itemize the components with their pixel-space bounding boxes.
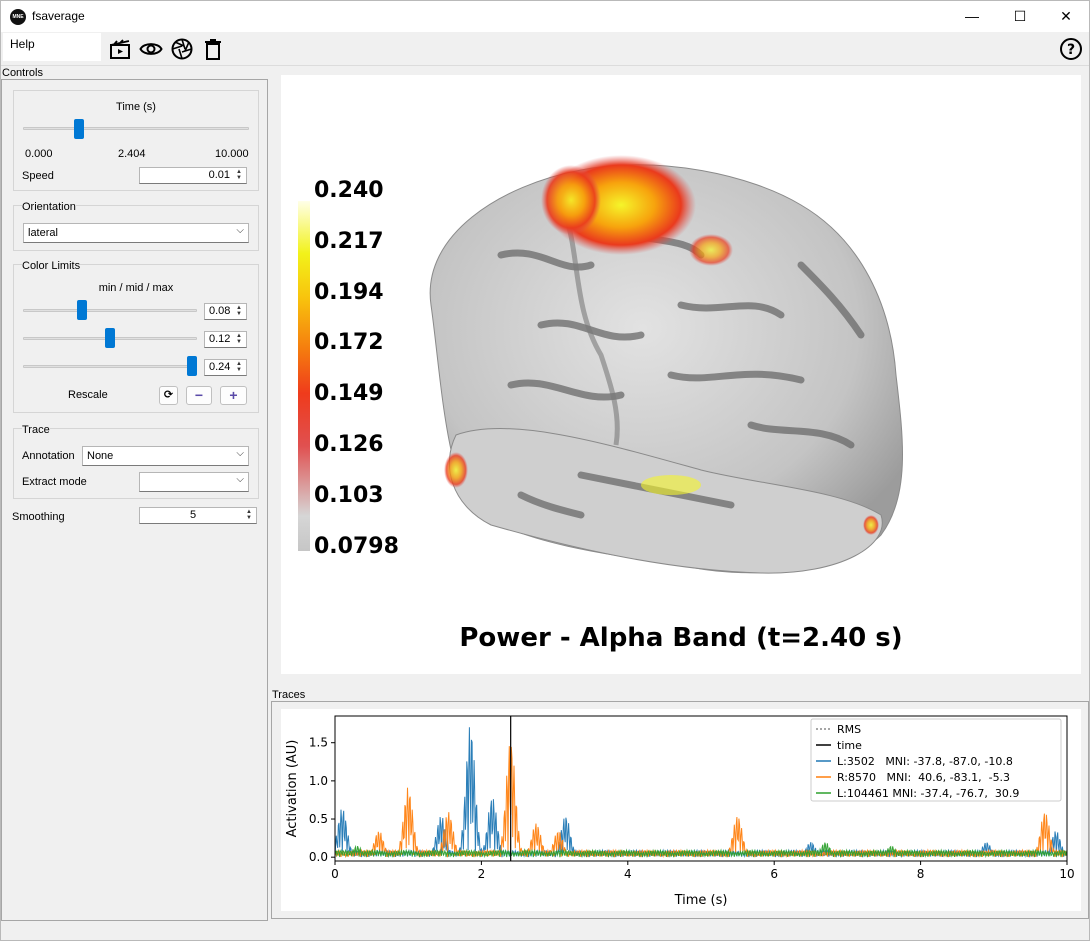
brain-surface-render[interactable] [281, 75, 1081, 674]
min-value: 0.08 [209, 305, 231, 317]
colorbar-label: 0.149 [314, 381, 384, 406]
mid-spinbox[interactable]: 0.12 ▲ ▼ [204, 331, 247, 348]
time-group: Time (s) 0.000 2.404 10.000 Speed 0.01 ▲… [13, 90, 259, 191]
annotation-label: Annotation [22, 450, 75, 462]
time-current-label: 2.404 [118, 148, 146, 160]
max-slider-handle[interactable] [187, 356, 197, 376]
y-tick-label: 1.0 [309, 774, 328, 788]
spin-arrows-icon[interactable]: ▲ ▼ [233, 305, 245, 318]
maximize-button[interactable]: ☐ [997, 1, 1043, 32]
colorbar-label: 0.194 [314, 280, 384, 305]
orientation-group: Orientation lateral ⌵ [13, 201, 259, 251]
close-button[interactable]: ✕ [1043, 1, 1089, 32]
spin-arrows-icon[interactable]: ▲ ▼ [233, 333, 245, 346]
x-tick-label: 8 [917, 867, 925, 881]
speed-spinbox[interactable]: 0.01 ▲ ▼ [139, 167, 247, 184]
color-limits-title: Color Limits [22, 260, 81, 272]
trace-title: Trace [22, 424, 50, 436]
time-max-label: 10.000 [215, 148, 249, 160]
time-label: Time (s) [116, 101, 156, 113]
legend-entry: RMS [837, 723, 861, 736]
legend-entry: L:3502 MNI: -37.8, -87.0, -10.8 [837, 755, 1013, 768]
mid-slider-handle[interactable] [105, 328, 115, 348]
smoothing-value: 5 [189, 509, 197, 521]
extract-mode-combo[interactable]: ⌵ [139, 472, 249, 492]
speed-label: Speed [22, 170, 54, 182]
x-axis-label: Time (s) [674, 893, 728, 908]
legend-entry: time [837, 739, 862, 752]
x-tick-label: 0 [331, 867, 339, 881]
extract-mode-label: Extract mode [22, 476, 87, 488]
window-title: fsaverage [32, 9, 85, 23]
min-spinbox[interactable]: 0.08 ▲ ▼ [204, 303, 247, 320]
colorbar-label: 0.126 [314, 432, 384, 457]
trace-group: Trace Annotation None ⌵ Extract mode ⌵ [13, 424, 259, 499]
orientation-combo[interactable]: lateral ⌵ [23, 223, 249, 243]
rescale-label: Rescale [68, 389, 108, 401]
colorbar-label: 0.0798 [314, 534, 399, 559]
trash-icon[interactable] [201, 37, 225, 61]
y-tick-label: 0.0 [309, 850, 328, 864]
colorbar-label: 0.217 [314, 229, 384, 254]
time-slider-track[interactable] [23, 127, 249, 130]
max-slider-track[interactable] [23, 365, 197, 368]
toolbar: Help ? [1, 32, 1089, 66]
app-window: MNE fsaverage — ☐ ✕ Help ? Controls Time… [0, 0, 1090, 941]
mne-logo-icon: MNE [10, 9, 26, 25]
brain-3d-view[interactable] [281, 75, 1081, 674]
time-slider-handle[interactable] [74, 119, 84, 139]
view-title: Power - Alpha Band (t=2.40 s) [459, 623, 903, 653]
colorbar-label: 0.240 [314, 178, 384, 203]
max-spinbox[interactable]: 0.24 ▲ ▼ [204, 359, 247, 376]
orientation-title: Orientation [22, 201, 76, 213]
spin-arrows-icon[interactable]: ▲ ▼ [233, 361, 245, 374]
time-min-label: 0.000 [25, 148, 53, 160]
controls-dock-title: Controls [2, 67, 43, 79]
help-icon[interactable]: ? [1059, 37, 1083, 61]
min-slider-track[interactable] [23, 309, 197, 312]
eye-icon[interactable] [139, 37, 163, 61]
legend-entry: L:104461 MNI: -37.4, -76.7, 30.9 [837, 787, 1019, 800]
mid-value: 0.12 [209, 333, 231, 345]
chevron-down-icon: ⌵ [236, 474, 244, 485]
color-limits-subtitle: min / mid / max [98, 282, 174, 294]
color-limits-group: Color Limits min / mid / max 0.08 ▲ ▼ 0.1… [13, 260, 259, 413]
traces-dock-title: Traces [272, 689, 306, 701]
minimize-button[interactable]: — [949, 1, 995, 32]
reset-button[interactable]: ⟳ [159, 386, 178, 405]
menu-help[interactable]: Help [3, 33, 101, 61]
colorbar [298, 201, 310, 551]
minus-button[interactable]: − [186, 386, 212, 405]
movie-icon[interactable] [108, 37, 132, 61]
traces-plot-area[interactable]: 0 2 4 6 8 10 0.0 0.5 1.0 1.5 Time (s) Activation (A… [281, 709, 1081, 911]
x-tick-label: 4 [624, 867, 632, 881]
chevron-down-icon: ⌵ [236, 225, 244, 236]
max-value: 0.24 [209, 361, 231, 373]
speed-value: 0.01 [208, 169, 230, 181]
spin-arrows-icon[interactable]: ▲ ▼ [243, 509, 255, 522]
annotation-value: None [87, 450, 114, 462]
y-tick-label: 0.5 [309, 812, 328, 826]
spin-arrows-icon[interactable]: ▲ ▼ [233, 169, 245, 182]
controls-panel: Time (s) 0.000 2.404 10.000 Speed 0.01 ▲… [1, 79, 268, 921]
y-axis-label: Activation (AU) [285, 740, 300, 838]
y-tick-label: 1.5 [309, 736, 328, 750]
orientation-value: lateral [28, 227, 58, 239]
annotation-combo[interactable]: None ⌵ [82, 446, 249, 466]
x-tick-label: 10 [1059, 867, 1074, 881]
plus-button[interactable]: + [220, 386, 247, 405]
smoothing-label: Smoothing [12, 511, 65, 523]
title-bar: MNE fsaverage — ☐ ✕ [1, 1, 1089, 32]
svg-text:?: ? [1067, 42, 1075, 58]
camera-shutter-icon[interactable] [170, 37, 194, 61]
x-tick-label: 6 [770, 867, 778, 881]
colorbar-label: 0.172 [314, 330, 384, 355]
traces-chart[interactable]: 0 2 4 6 8 10 0.0 0.5 1.0 1.5 Time (s) Activation (A… [281, 709, 1081, 911]
legend-entry: R:8570 MNI: 40.6, -83.1, -5.3 [837, 771, 1010, 784]
colorbar-label: 0.103 [314, 483, 384, 508]
smoothing-spinbox[interactable]: 5 ▲ ▼ [139, 507, 257, 524]
min-slider-handle[interactable] [77, 300, 87, 320]
chevron-down-icon: ⌵ [236, 448, 244, 459]
x-tick-label: 2 [478, 867, 486, 881]
